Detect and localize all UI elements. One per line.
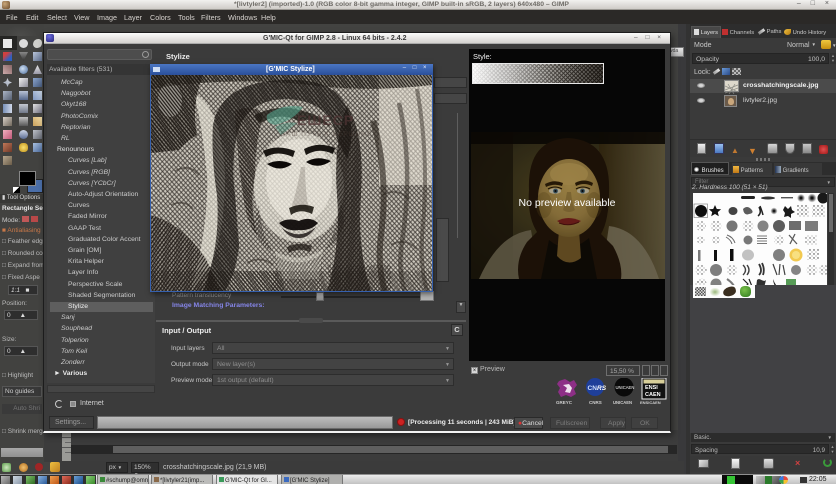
svg-text:GREYC: GREYC <box>556 400 573 405</box>
svg-text:ВАШ ПУТЬ К ВЕРШИНЕ: ВАШ ПУТЬ К ВЕРШИНЕ <box>281 131 372 138</box>
svg-text:ENSI: ENSI <box>645 385 658 391</box>
svg-text:CAEN: CAEN <box>645 392 661 398</box>
svg-text:CNRS: CNRS <box>589 400 602 405</box>
svg-text:UNICAEN: UNICAEN <box>613 400 632 405</box>
svg-text:CN: CN <box>588 385 598 392</box>
svg-text:RS: RS <box>597 385 607 392</box>
svg-text:ENSICAEN: ENSICAEN <box>640 400 661 405</box>
svg-text:ЕШЕСР: ЕШЕСР <box>297 112 354 128</box>
svg-text:UNICAEN: UNICAEN <box>616 385 635 390</box>
